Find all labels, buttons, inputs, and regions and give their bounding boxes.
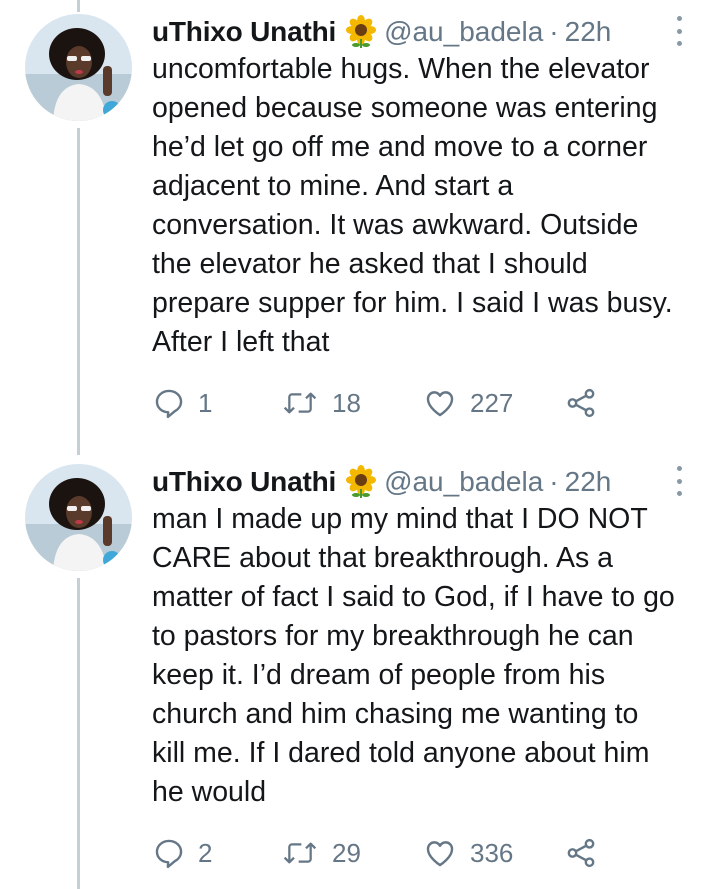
like-icon bbox=[426, 841, 454, 867]
reply-button[interactable]: 1 bbox=[152, 385, 280, 421]
user-handle[interactable]: @au_badela bbox=[384, 14, 543, 50]
share-icon bbox=[567, 838, 595, 868]
tweet-text-line: keep it. I’d dream of people from his bbox=[152, 659, 606, 691]
tweet-text-line: conversation. It was awkward. Outside bbox=[152, 209, 639, 241]
like-button[interactable]: 336 bbox=[422, 835, 564, 871]
share-icon bbox=[567, 388, 595, 418]
tweet-text-line: church and him chasing me wanting to bbox=[152, 698, 639, 730]
reply-button[interactable]: 2 bbox=[152, 835, 280, 871]
reply-icon bbox=[155, 839, 183, 869]
tweet-actions: 2 29 336 bbox=[152, 835, 632, 871]
sunflower-emoji bbox=[344, 465, 378, 499]
share-button[interactable] bbox=[564, 835, 598, 871]
tweet-text: man I made up my mind that I DO NOT CARE… bbox=[152, 500, 707, 812]
retweet-button[interactable]: 29 bbox=[280, 835, 422, 871]
user-handle[interactable]: @au_badela bbox=[384, 464, 543, 500]
tweet[interactable]: uThixo Unathi bbox=[0, 450, 720, 889]
retweet-button[interactable]: 18 bbox=[280, 385, 422, 421]
tweet-text-line: CARE about that breakthrough. As a bbox=[152, 542, 614, 574]
like-icon bbox=[426, 391, 454, 417]
like-count: 336 bbox=[470, 837, 514, 868]
more-icon[interactable] bbox=[667, 16, 691, 46]
tweet-actions: 1 18 227 bbox=[152, 385, 632, 421]
tweet-text-line: opened because someone was entering bbox=[152, 92, 658, 124]
separator-dot: · bbox=[549, 16, 559, 47]
avatar-image bbox=[25, 464, 132, 571]
display-name[interactable]: uThixo Unathi bbox=[152, 464, 336, 500]
tweet-text-line: to pastors for my breakthrough he can bbox=[152, 620, 634, 652]
tweet-text: uncomfortable hugs. When the elevator op… bbox=[152, 50, 707, 362]
tweet-text-line: prepare supper for him. I said I was bus… bbox=[152, 287, 673, 319]
tweet-timestamp[interactable]: 22h bbox=[565, 464, 612, 500]
tweet-header: uThixo Unathi @au_badela · 22h bbox=[152, 14, 707, 50]
tweet-text-line: After I left that bbox=[152, 326, 330, 358]
retweet-icon bbox=[283, 842, 317, 864]
avatar[interactable] bbox=[25, 464, 132, 571]
reply-icon bbox=[155, 389, 183, 419]
reply-count: 1 bbox=[198, 387, 213, 418]
tweet-text-line: adjacent to mine. And start a bbox=[152, 170, 514, 202]
avatar[interactable] bbox=[25, 14, 132, 121]
avatar-image bbox=[25, 14, 132, 121]
retweet-count: 29 bbox=[332, 837, 361, 868]
tweet-content: uThixo Unathi bbox=[152, 14, 707, 362]
more-icon[interactable] bbox=[667, 466, 691, 496]
tweet-text-line: kill me. If I dared told anyone about hi… bbox=[152, 737, 650, 769]
display-name[interactable]: uThixo Unathi bbox=[152, 14, 336, 50]
tweet-text-line: he would bbox=[152, 776, 267, 808]
share-button[interactable] bbox=[564, 385, 598, 421]
sunflower-emoji bbox=[344, 15, 378, 49]
tweet-header: uThixo Unathi @au_badela · 22h bbox=[152, 464, 707, 500]
tweet-content: uThixo Unathi bbox=[152, 464, 707, 812]
tweet[interactable]: uThixo Unathi bbox=[0, 0, 720, 450]
tweet-text-line: matter of fact I said to God, if I have … bbox=[152, 581, 675, 613]
tweet-timestamp[interactable]: 22h bbox=[565, 14, 612, 50]
reply-count: 2 bbox=[198, 837, 213, 868]
retweet-icon bbox=[283, 392, 317, 414]
tweet-text-line: the elevator he asked that I should bbox=[152, 248, 588, 280]
separator-dot: · bbox=[549, 466, 559, 497]
like-button[interactable]: 227 bbox=[422, 385, 564, 421]
tweet-text-line: man I made up my mind that I DO NOT bbox=[152, 503, 648, 535]
tweet-text-line: he’d let go off me and move to a corner bbox=[152, 131, 648, 163]
like-count: 227 bbox=[470, 387, 514, 418]
tweet-text-line: uncomfortable hugs. When the elevator bbox=[152, 53, 650, 85]
retweet-count: 18 bbox=[332, 387, 361, 418]
